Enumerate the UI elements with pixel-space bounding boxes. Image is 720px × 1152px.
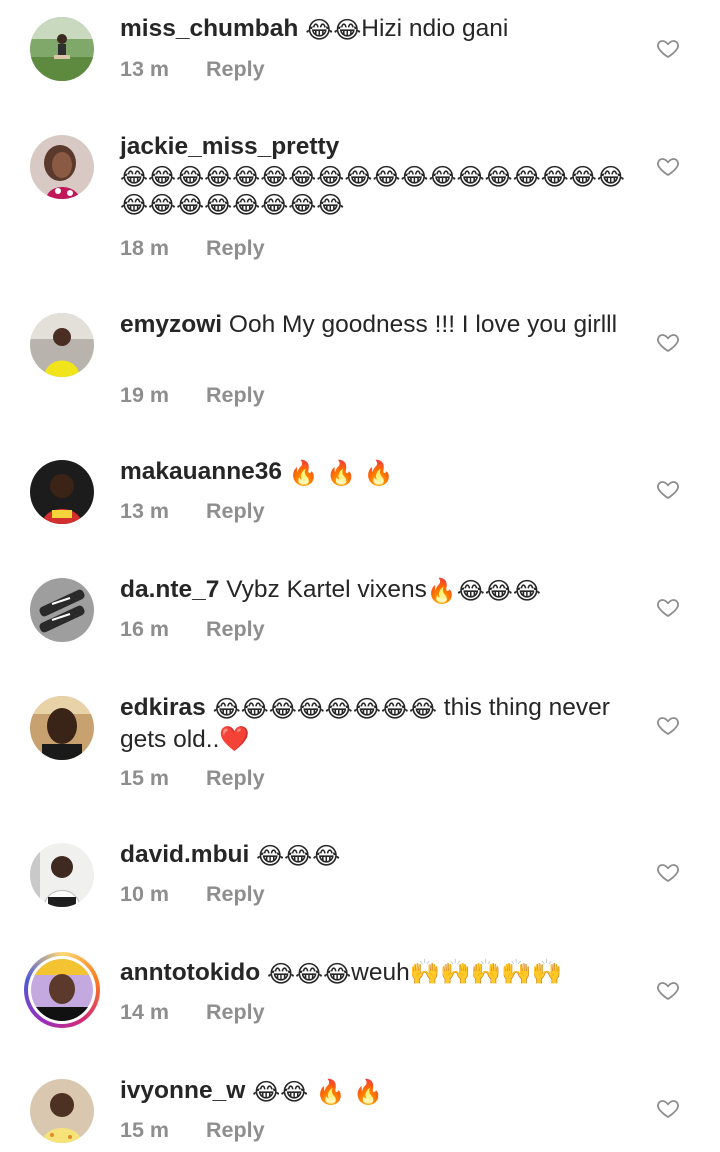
comment-timestamp: 13 m <box>120 499 170 523</box>
avatar[interactable] <box>30 578 94 642</box>
heart-outline-icon[interactable] <box>656 154 680 178</box>
comment-text: Ooh My goodness !!! I love you girlll <box>222 311 618 338</box>
heart-outline-icon[interactable] <box>656 713 680 737</box>
heart-outline-icon[interactable] <box>656 860 680 884</box>
avatar[interactable] <box>30 843 94 907</box>
emoji-group: 🔥 🔥 🔥 <box>288 459 394 487</box>
comment-username[interactable]: miss_chumbah <box>120 15 298 42</box>
comment-text <box>298 15 305 42</box>
emoji-group: 😂😂😂 <box>266 960 352 988</box>
reply-button[interactable]: Reply <box>206 1118 265 1142</box>
comment-username[interactable]: da.nte_7 <box>120 576 219 603</box>
comment-timestamp: 15 m <box>120 766 170 790</box>
reply-button[interactable]: Reply <box>206 766 265 790</box>
comment-timestamp: 15 m <box>120 1118 170 1142</box>
emoji-group: 🔥😂😂😂 <box>426 577 541 605</box>
heart-outline-icon[interactable] <box>656 978 680 1002</box>
avatar[interactable] <box>30 1079 94 1143</box>
comment-text: Hizi ndio gani <box>361 15 509 42</box>
comment-username[interactable]: jackie_miss_pretty <box>120 133 339 160</box>
comment-username[interactable]: anntotokido <box>120 959 260 986</box>
comment-username[interactable]: emyzowi <box>120 311 222 338</box>
comment-username[interactable]: edkiras <box>120 694 206 721</box>
reply-button[interactable]: Reply <box>206 57 265 81</box>
comment-text <box>245 1077 252 1104</box>
avatar[interactable] <box>30 135 94 199</box>
reply-button[interactable]: Reply <box>206 236 265 260</box>
avatar[interactable] <box>30 696 94 760</box>
comment-text <box>260 959 267 986</box>
comment-timestamp: 18 m <box>120 236 170 260</box>
reply-button[interactable]: Reply <box>206 383 265 407</box>
comment-timestamp: 10 m <box>120 882 170 906</box>
avatar[interactable] <box>30 313 94 377</box>
comment-timestamp: 14 m <box>120 1000 170 1024</box>
heart-outline-icon[interactable] <box>656 477 680 501</box>
reply-button[interactable]: Reply <box>206 1000 265 1024</box>
comment-timestamp: 19 m <box>120 383 170 407</box>
heart-outline-icon[interactable] <box>656 330 680 354</box>
avatar[interactable] <box>30 17 94 81</box>
comment-username[interactable]: ivyonne_w <box>120 1077 245 1104</box>
avatar-story-ring[interactable] <box>24 952 100 1028</box>
emoji-group: 😂😂😂😂😂😂😂😂😂😂😂😂😂😂😂😂😂😂😂😂😂😂😂😂😂😂 <box>120 163 625 219</box>
emoji-group: 😂😂😂😂😂😂😂😂 <box>212 695 437 723</box>
comment-text: weuh🙌🙌🙌🙌🙌 <box>351 959 563 986</box>
reply-button[interactable]: Reply <box>206 499 265 523</box>
comment-username[interactable]: david.mbui <box>120 841 249 868</box>
comment-text <box>249 841 256 868</box>
comment-text <box>206 694 213 721</box>
heart-outline-icon[interactable] <box>656 1096 680 1120</box>
comment-timestamp: 13 m <box>120 57 170 81</box>
comment-username[interactable]: makauanne36 <box>120 458 282 485</box>
comment-text <box>282 458 289 485</box>
emoji-group: 😂😂 <box>305 16 362 44</box>
comment-timestamp: 16 m <box>120 617 170 641</box>
reply-button[interactable]: Reply <box>206 617 265 641</box>
heart-outline-icon[interactable] <box>656 36 680 60</box>
emoji-group: 😂😂😂 <box>256 842 341 870</box>
emoji-group: 😂😂 🔥 🔥 <box>252 1078 384 1106</box>
avatar[interactable] <box>30 460 94 524</box>
avatar <box>31 959 93 1021</box>
comment-text: Vybz Kartel vixens <box>219 576 427 603</box>
reply-button[interactable]: Reply <box>206 882 265 906</box>
heart-outline-icon[interactable] <box>656 595 680 619</box>
